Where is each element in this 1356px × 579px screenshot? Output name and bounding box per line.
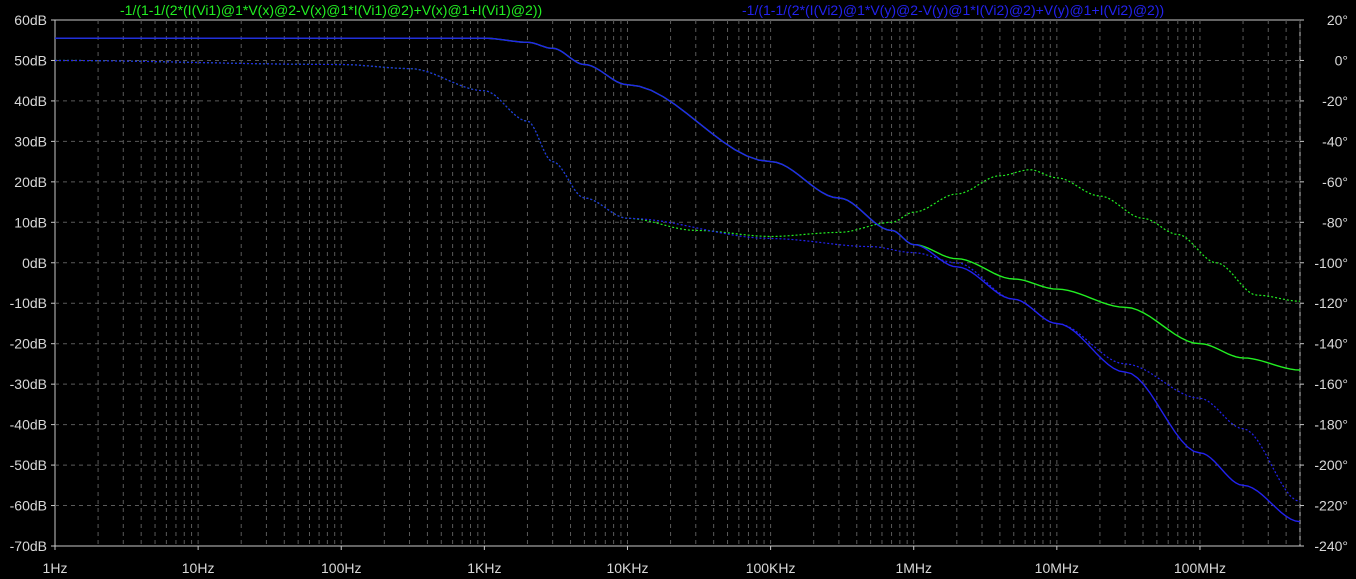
grid xyxy=(55,20,1301,546)
legend-series-2: -1/(1-1/(2*(I(Vi2)@1*V(y)@2-V(y)@1*I(Vi2… xyxy=(742,2,1164,18)
bode-plot: 60dB 50dB 40dB 30dB 20dB 10dB 0dB -10dB -20dB -30… xyxy=(10,2,1348,576)
y-left-tick-label: -70dB xyxy=(10,538,47,554)
y-right-tick-label: -60° xyxy=(1322,174,1348,190)
y-right-tick-label: -80° xyxy=(1322,214,1348,230)
x-tick-label: 100Hz xyxy=(321,560,361,576)
y-right-tick-label: -180° xyxy=(1314,417,1348,433)
x-tick-label: 1MHz xyxy=(895,560,932,576)
y-left-tick-label: -50dB xyxy=(10,457,47,473)
curves xyxy=(55,37,1301,523)
x-tick-label: 1KHz xyxy=(467,560,501,576)
y-left-tick-label: -60dB xyxy=(10,498,47,514)
plot-frame xyxy=(54,19,1301,547)
x-tick-label: 10KHz xyxy=(606,560,648,576)
x-tick-label: 10MHz xyxy=(1035,560,1079,576)
y-right-tick-label: 20° xyxy=(1327,12,1348,28)
x-tick-label: 100KHz xyxy=(746,560,796,576)
x-tick-label: 1Hz xyxy=(43,560,68,576)
y-right-tick-label: -40° xyxy=(1322,133,1348,149)
x-tick-label: 100MHz xyxy=(1174,560,1226,576)
y-left-tick-label: 40dB xyxy=(14,93,47,109)
y-left-tick-label: -40dB xyxy=(10,417,47,433)
series-2-phase-line xyxy=(55,59,1301,503)
series-1-phase-line xyxy=(55,59,1301,302)
y-left-tick-label: 20dB xyxy=(14,174,47,190)
y-right-tick-label: -140° xyxy=(1314,336,1348,352)
y-left-tick-label: 60dB xyxy=(14,12,47,28)
y-left-tick-label: -30dB xyxy=(10,376,47,392)
series-1-magnitude-line xyxy=(55,37,1301,371)
y-left-tick-label: 50dB xyxy=(14,52,47,68)
y-right-tick-label: 0° xyxy=(1335,52,1348,68)
y-right-tick-label: -240° xyxy=(1314,538,1348,554)
series-2-magnitude-line xyxy=(55,37,1301,523)
y-left-tick-label: 30dB xyxy=(14,133,47,149)
tick-labels: 60dB 50dB 40dB 30dB 20dB 10dB 0dB -10dB -20dB -30… xyxy=(10,12,1348,576)
y-right-tick-label: -100° xyxy=(1314,255,1348,271)
y-right-tick-label: -20° xyxy=(1322,93,1348,109)
y-right-tick-label: -160° xyxy=(1314,376,1348,392)
y-left-tick-label: -10dB xyxy=(10,295,47,311)
y-right-tick-label: -200° xyxy=(1314,457,1348,473)
y-right-tick-label: -120° xyxy=(1314,295,1348,311)
y-left-tick-label: 0dB xyxy=(22,255,47,271)
y-right-tick-label: -220° xyxy=(1314,498,1348,514)
legend-series-1: -1/(1-1/(2*(I(Vi1)@1*V(x)@2-V(x)@1*I(Vi1… xyxy=(120,2,542,18)
y-left-tick-label: -20dB xyxy=(10,336,47,352)
x-tick-label: 10Hz xyxy=(182,560,215,576)
y-left-tick-label: 10dB xyxy=(14,214,47,230)
